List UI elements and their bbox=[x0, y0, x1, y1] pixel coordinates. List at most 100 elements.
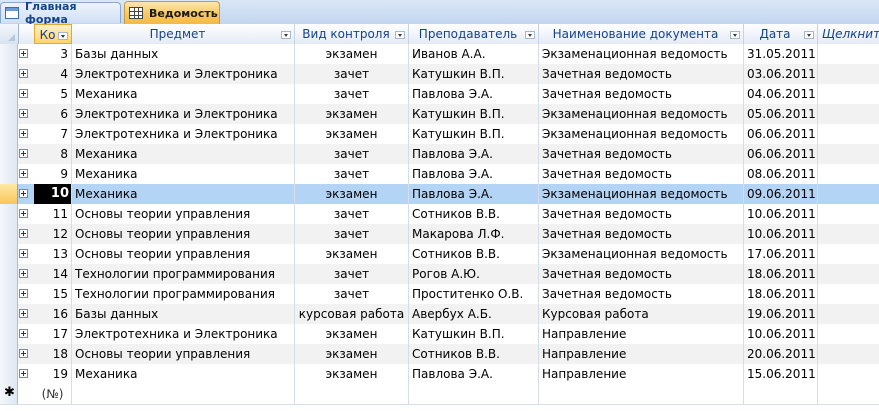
cell-date[interactable]: 08.06.2011 bbox=[744, 164, 818, 184]
cell-ko[interactable]: 4 bbox=[34, 64, 72, 84]
cell-subject[interactable]: Электротехника и Электроника bbox=[72, 324, 295, 344]
cell-subject[interactable]: Базы данных bbox=[72, 44, 295, 64]
cell-ko[interactable]: 14 bbox=[34, 264, 72, 284]
cell-teacher[interactable]: Катушкин В.П. bbox=[409, 104, 539, 124]
cell-document[interactable]: Зачетная ведомость bbox=[539, 224, 744, 244]
expand-plus-icon[interactable] bbox=[19, 189, 28, 198]
record-selector[interactable] bbox=[0, 364, 18, 384]
cell-add-field[interactable] bbox=[818, 124, 879, 144]
expand-plus-icon[interactable] bbox=[19, 129, 28, 138]
table-row[interactable]: 6 Электротехника и Электроника экзамен Кату… bbox=[0, 104, 879, 125]
column-header-subject[interactable]: Предмет bbox=[72, 24, 295, 44]
cell-teacher[interactable]: Макарова Л.Ф. bbox=[409, 224, 539, 244]
cell-ko[interactable]: 13 bbox=[34, 244, 72, 264]
table-row[interactable]: 19 Механика экзамен Павлова Э.А. Направление… bbox=[0, 364, 879, 385]
cell-document[interactable]: Направление bbox=[539, 364, 744, 384]
cell-teacher[interactable]: Павлова Э.А. bbox=[409, 144, 539, 164]
cell-control[interactable]: экзамен bbox=[295, 244, 409, 264]
table-row[interactable]: 18 Основы теории управления экзамен Сотнико… bbox=[0, 344, 879, 365]
cell-teacher[interactable]: Сотников В.В. bbox=[409, 344, 539, 364]
cell-teacher[interactable]: Павлова Э.А. bbox=[409, 84, 539, 104]
record-selector[interactable] bbox=[0, 304, 18, 324]
cell-teacher[interactable]: Иванов А.А. bbox=[409, 44, 539, 64]
cell-add-field[interactable] bbox=[818, 164, 879, 184]
record-selector[interactable] bbox=[0, 284, 18, 304]
cell-date[interactable]: 06.06.2011 bbox=[744, 124, 818, 144]
cell-ko[interactable]: 3 bbox=[34, 44, 72, 64]
column-header-ko[interactable]: Ко bbox=[34, 24, 72, 44]
cell-document[interactable]: Зачетная ведомость bbox=[539, 64, 744, 84]
cell-date[interactable]: 17.06.2011 bbox=[744, 244, 818, 264]
cell-subject[interactable]: Механика bbox=[72, 364, 295, 384]
table-row[interactable]: 3 Базы данных экзамен Иванов А.А. Экзаменаци… bbox=[0, 44, 879, 65]
cell-add-field[interactable] bbox=[818, 44, 879, 64]
cell-subject[interactable]: Основы теории управления bbox=[72, 204, 295, 224]
expand-plus-icon[interactable] bbox=[19, 69, 28, 78]
cell-control[interactable]: зачет bbox=[295, 164, 409, 184]
cell-subject[interactable]: Электротехника и Электроника bbox=[72, 64, 295, 84]
cell-teacher[interactable]: Авербух А.Б. bbox=[409, 304, 539, 324]
cell-date[interactable]: 31.05.2011 bbox=[744, 44, 818, 64]
cell-ko[interactable]: 8 bbox=[34, 144, 72, 164]
cell-add-field[interactable] bbox=[818, 64, 879, 84]
new-record-cell[interactable] bbox=[72, 384, 295, 404]
table-row[interactable]: 5 Механика зачет Павлова Э.А. Зачетная ведом… bbox=[0, 84, 879, 105]
dropdown-arrow-icon[interactable] bbox=[281, 31, 291, 39]
select-all-corner[interactable] bbox=[0, 24, 19, 44]
cell-add-field[interactable] bbox=[818, 324, 879, 344]
cell-add-field[interactable] bbox=[818, 104, 879, 124]
cell-add-field[interactable] bbox=[818, 244, 879, 264]
cell-teacher[interactable]: Катушкин В.П. bbox=[409, 64, 539, 84]
expand-plus-icon[interactable] bbox=[19, 289, 28, 298]
expand-plus-icon[interactable] bbox=[19, 209, 28, 218]
cell-control[interactable]: экзамен bbox=[295, 324, 409, 344]
cell-control[interactable]: зачет bbox=[295, 144, 409, 164]
record-selector[interactable] bbox=[0, 164, 18, 184]
new-record-row[interactable]: ✱ (№) bbox=[0, 384, 879, 405]
expand-plus-icon[interactable] bbox=[19, 109, 28, 118]
cell-control[interactable]: зачет bbox=[295, 224, 409, 244]
cell-control[interactable]: экзамен bbox=[295, 184, 409, 204]
cell-ko[interactable]: 19 bbox=[34, 364, 72, 384]
cell-date[interactable]: 09.06.2011 bbox=[744, 184, 818, 204]
record-selector[interactable] bbox=[0, 324, 18, 344]
expand-plus-icon[interactable] bbox=[19, 149, 28, 158]
record-selector[interactable] bbox=[0, 84, 18, 104]
new-record-id-placeholder[interactable]: (№) bbox=[34, 384, 72, 404]
cell-add-field[interactable] bbox=[818, 364, 879, 384]
record-selector[interactable] bbox=[0, 104, 18, 124]
table-row[interactable]: 7 Электротехника и Электроника экзамен Кату… bbox=[0, 124, 879, 145]
expand-plus-icon[interactable] bbox=[19, 229, 28, 238]
cell-control[interactable]: экзамен bbox=[295, 124, 409, 144]
new-record-cell[interactable] bbox=[409, 384, 539, 404]
cell-ko[interactable]: 16 bbox=[34, 304, 72, 324]
table-row[interactable]: 16 Базы данных курсовая работа Авербух А.Б.… bbox=[0, 304, 879, 325]
record-selector[interactable] bbox=[0, 264, 18, 284]
cell-add-field[interactable] bbox=[818, 264, 879, 284]
record-selector[interactable] bbox=[0, 184, 18, 204]
cell-subject[interactable]: Основы теории управления bbox=[72, 224, 295, 244]
new-record-cell[interactable] bbox=[744, 384, 818, 404]
cell-document[interactable]: Зачетная ведомость bbox=[539, 144, 744, 164]
cell-document[interactable]: Зачетная ведомость bbox=[539, 164, 744, 184]
table-row[interactable]: 12 Основы теории управления зачет Макарова … bbox=[0, 224, 879, 245]
cell-document[interactable]: Зачетная ведомость bbox=[539, 264, 744, 284]
table-row[interactable]: 4 Электротехника и Электроника зачет Катушк… bbox=[0, 64, 879, 85]
cell-document[interactable]: Зачетная ведомость bbox=[539, 284, 744, 304]
cell-document[interactable]: Экзаменационная ведомость bbox=[539, 244, 744, 264]
cell-teacher[interactable]: Сотников В.В. bbox=[409, 204, 539, 224]
expand-plus-icon[interactable] bbox=[19, 269, 28, 278]
cell-ko[interactable]: 10 bbox=[34, 184, 72, 204]
cell-control[interactable]: экзамен bbox=[295, 44, 409, 64]
cell-ko[interactable]: 11 bbox=[34, 204, 72, 224]
cell-control[interactable]: экзамен bbox=[295, 364, 409, 384]
cell-teacher[interactable]: Павлова Э.А. bbox=[409, 184, 539, 204]
cell-control[interactable]: экзамен bbox=[295, 344, 409, 364]
expand-plus-icon[interactable] bbox=[19, 249, 28, 258]
record-selector[interactable] bbox=[0, 204, 18, 224]
cell-subject[interactable]: Механика bbox=[72, 144, 295, 164]
column-header-teacher[interactable]: Преподаватель bbox=[409, 24, 539, 44]
cell-subject[interactable]: Механика bbox=[72, 164, 295, 184]
cell-add-field[interactable] bbox=[818, 204, 879, 224]
tab-vedomost[interactable]: Ведомость bbox=[124, 1, 220, 24]
